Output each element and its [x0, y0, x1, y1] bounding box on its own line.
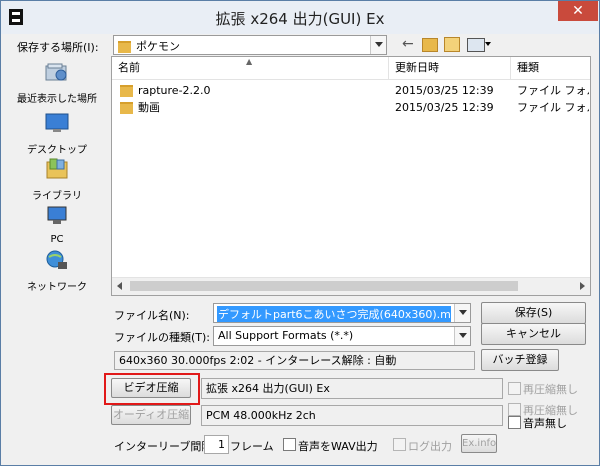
- places-bar: 最近表示した場所 デスクトップ ライブラリ PC ネットワーク: [10, 56, 104, 293]
- location-value: ポケモン: [118, 38, 180, 54]
- list-header: 名前 ▲ 更新日時 種類: [112, 57, 590, 80]
- file-list[interactable]: 名前 ▲ 更新日時 種類 rapture-2.2.0 2015/03/25 12…: [111, 56, 591, 296]
- recompress-none-label: 再圧縮無し: [523, 383, 578, 396]
- computer-icon: [47, 206, 67, 224]
- interleave-input[interactable]: 1: [204, 435, 229, 454]
- place-recent[interactable]: 最近表示した場所: [10, 60, 104, 105]
- audio-compress-button[interactable]: オーディオ圧縮: [111, 405, 191, 425]
- location-select[interactable]: ポケモン: [113, 35, 387, 55]
- close-button[interactable]: ✕: [558, 1, 598, 21]
- video-compress-button[interactable]: ビデオ圧縮: [111, 378, 191, 398]
- new-folder-icon[interactable]: [444, 37, 460, 52]
- no-audio-checkbox[interactable]: [508, 416, 521, 429]
- frame-unit-label: フレーム: [230, 440, 274, 453]
- wav-output-checkbox[interactable]: [283, 438, 296, 451]
- recent-places-icon: [45, 63, 67, 81]
- place-desktop[interactable]: デスクトップ: [10, 111, 104, 156]
- back-icon[interactable]: ←: [402, 36, 414, 52]
- chevron-down-icon[interactable]: [370, 36, 386, 54]
- column-header-type[interactable]: 種類: [511, 57, 590, 79]
- network-icon: [46, 250, 67, 269]
- location-label: 保存する場所(I):: [17, 41, 99, 54]
- list-item[interactable]: rapture-2.2.0 2015/03/25 12:39 ファイル フォルダ…: [112, 82, 590, 99]
- library-icon: [46, 158, 68, 179]
- cancel-button[interactable]: キャンセル: [481, 323, 586, 345]
- place-pc[interactable]: PC: [10, 204, 104, 245]
- view-menu-icon[interactable]: [467, 38, 485, 52]
- title-bar: 拡張 x264 出力(GUI) Ex ✕: [1, 1, 599, 34]
- filetype-label: ファイルの種類(T):: [114, 331, 211, 344]
- save-dialog: 拡張 x264 出力(GUI) Ex ✕ 保存する場所(I): ポケモン ← 最…: [0, 0, 600, 466]
- place-library[interactable]: ライブラリ: [10, 157, 104, 202]
- filename-value: デフォルトpart6こあいさつ完成(640x360).mp4: [217, 306, 451, 322]
- horizontal-scrollbar[interactable]: [112, 277, 590, 295]
- recompress-none-audio-checkbox[interactable]: [508, 403, 521, 416]
- filename-input[interactable]: デフォルトpart6こあいさつ完成(640x360).mp4: [213, 303, 471, 323]
- folder-icon: [120, 102, 133, 114]
- scroll-right-icon[interactable]: [580, 282, 585, 290]
- exinfo-button[interactable]: Ex.info: [461, 434, 497, 453]
- list-item[interactable]: 動画 2015/03/25 12:39 ファイル フォルダー: [112, 99, 590, 116]
- folder-icon: [120, 85, 133, 97]
- filetype-select[interactable]: All Support Formats (*.*): [213, 326, 471, 346]
- sort-up-icon: ▲: [246, 57, 253, 66]
- folder-icon: [118, 41, 131, 53]
- batch-register-button[interactable]: バッチ登録: [481, 349, 559, 371]
- no-audio-label: 音声無し: [523, 417, 567, 430]
- video-summary: 640x360 30.000fps 2:02 - インターレース解除 : 自動: [114, 351, 475, 370]
- scroll-thumb[interactable]: [130, 281, 518, 291]
- column-header-date[interactable]: 更新日時: [389, 57, 511, 79]
- desktop-icon: [45, 113, 69, 132]
- chevron-down-icon[interactable]: [454, 327, 470, 345]
- up-folder-icon[interactable]: [422, 38, 438, 52]
- wav-output-label: 音声をWAV出力: [298, 440, 378, 453]
- chevron-down-icon[interactable]: [454, 304, 470, 322]
- audio-codec-field: PCM 48.000kHz 2ch: [201, 405, 503, 426]
- log-output-checkbox[interactable]: [393, 438, 406, 451]
- chevron-down-icon[interactable]: [485, 42, 491, 46]
- scroll-left-icon[interactable]: [117, 282, 122, 290]
- log-output-label: ログ出力: [408, 440, 452, 453]
- place-network[interactable]: ネットワーク: [10, 248, 104, 293]
- video-codec-field: 拡張 x264 出力(GUI) Ex: [201, 378, 503, 399]
- recompress-none-checkbox[interactable]: [508, 382, 521, 395]
- window-title: 拡張 x264 出力(GUI) Ex: [215, 10, 385, 28]
- filename-label: ファイル名(N):: [114, 309, 190, 322]
- save-button[interactable]: 保存(S): [481, 302, 586, 324]
